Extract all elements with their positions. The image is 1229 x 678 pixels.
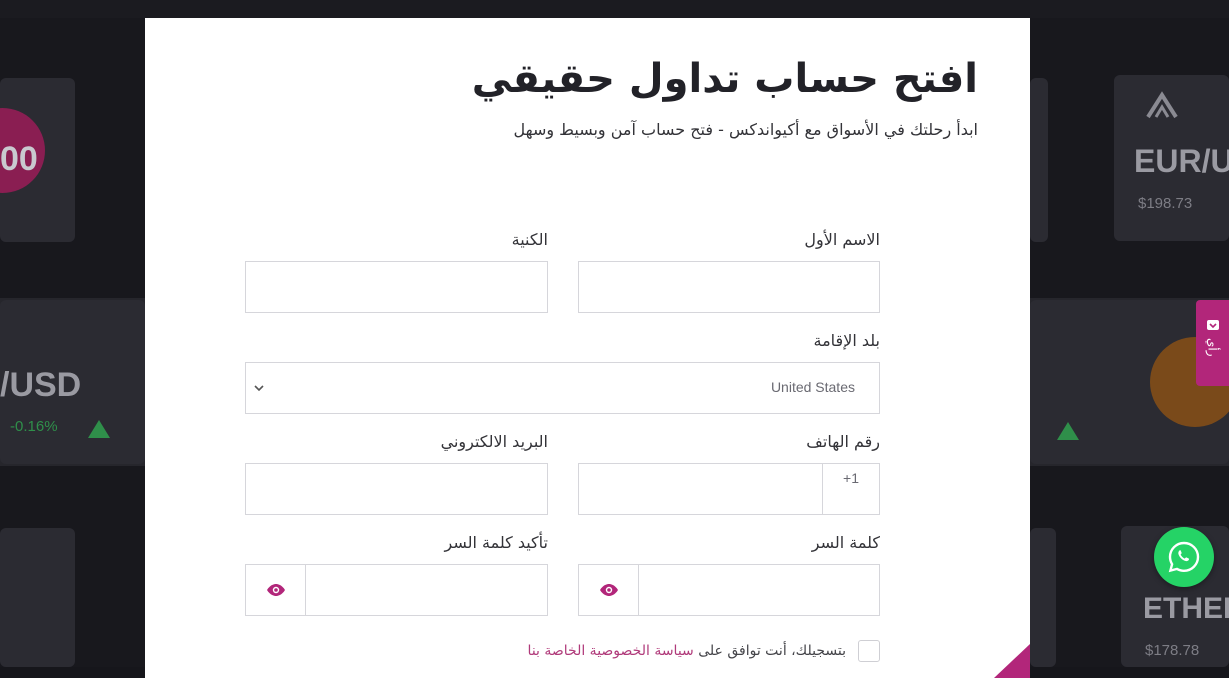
phone-field[interactable]: +1 [578, 463, 880, 515]
background-ticker: 00 [0, 140, 38, 178]
show-password-toggle[interactable] [579, 565, 639, 615]
background-card [1030, 528, 1056, 667]
password-field[interactable] [578, 564, 880, 616]
arrow-up-icon [88, 420, 110, 438]
eye-icon [599, 584, 618, 596]
background-band [0, 0, 1229, 18]
arrow-up-icon [1057, 422, 1079, 440]
triangle-logo-icon [1146, 91, 1178, 119]
corner-decoration [994, 644, 1030, 678]
background-ticker: ETHER [1143, 592, 1229, 625]
eye-icon [266, 584, 285, 596]
background-change: -0.16% [10, 418, 58, 435]
country-select[interactable]: United States [245, 362, 880, 414]
background-card [1030, 78, 1048, 242]
chevron-down-icon [254, 385, 264, 392]
first-name-label: الاسم الأول [804, 230, 880, 249]
background-ticker: /USD [0, 366, 82, 404]
background-card [0, 528, 75, 667]
background-card: 00 [0, 78, 75, 242]
privacy-consent: بتسجيلك، أنت توافق على سياسة الخصوصية ال… [528, 640, 880, 662]
show-confirm-password-toggle[interactable] [246, 565, 306, 615]
consent-text: بتسجيلك، أنت توافق على سياسة الخصوصية ال… [528, 643, 846, 659]
password-label: كلمة السر [811, 533, 880, 552]
country-value: United States [770, 379, 855, 395]
privacy-policy-link[interactable]: سياسة الخصوصية الخاصة بنا [528, 643, 694, 659]
confirm-password-label: تأكيد كلمة السر [444, 533, 548, 552]
email-label: البريد الالكتروني [440, 432, 548, 451]
background-card: EUR/U $198.73 [1114, 75, 1229, 241]
page-title: افتح حساب تداول حقيقي [471, 56, 978, 102]
background-card: /USD -0.16% [0, 300, 145, 464]
whatsapp-icon [1168, 541, 1200, 573]
page-subtitle: ابدأ رحلتك في الأسواق مع أكيواندكس - فتح… [513, 120, 978, 139]
feedback-icon [1206, 320, 1219, 330]
phone-prefix[interactable]: +1 [822, 464, 879, 514]
feedback-tab[interactable]: رأي [1196, 300, 1229, 386]
last-name-label: الكنية [511, 230, 548, 249]
privacy-checkbox[interactable] [858, 640, 880, 662]
country-label: بلد الإقامة [813, 331, 880, 350]
phone-label: رقم الهاتف [806, 432, 880, 451]
email-field[interactable] [245, 463, 548, 515]
consent-label: بتسجيلك، أنت توافق على [698, 643, 846, 659]
first-name-field[interactable] [578, 261, 880, 313]
registration-modal: افتح حساب تداول حقيقي ابدأ رحلتك في الأس… [145, 18, 1030, 678]
whatsapp-button[interactable] [1154, 527, 1214, 587]
background-price: $178.78 [1145, 642, 1200, 659]
feedback-label: رأي [1205, 338, 1220, 357]
background-price: $198.73 [1138, 195, 1193, 212]
confirm-password-field[interactable] [245, 564, 548, 616]
background-ticker: EUR/U [1134, 143, 1229, 179]
last-name-field[interactable] [245, 261, 548, 313]
